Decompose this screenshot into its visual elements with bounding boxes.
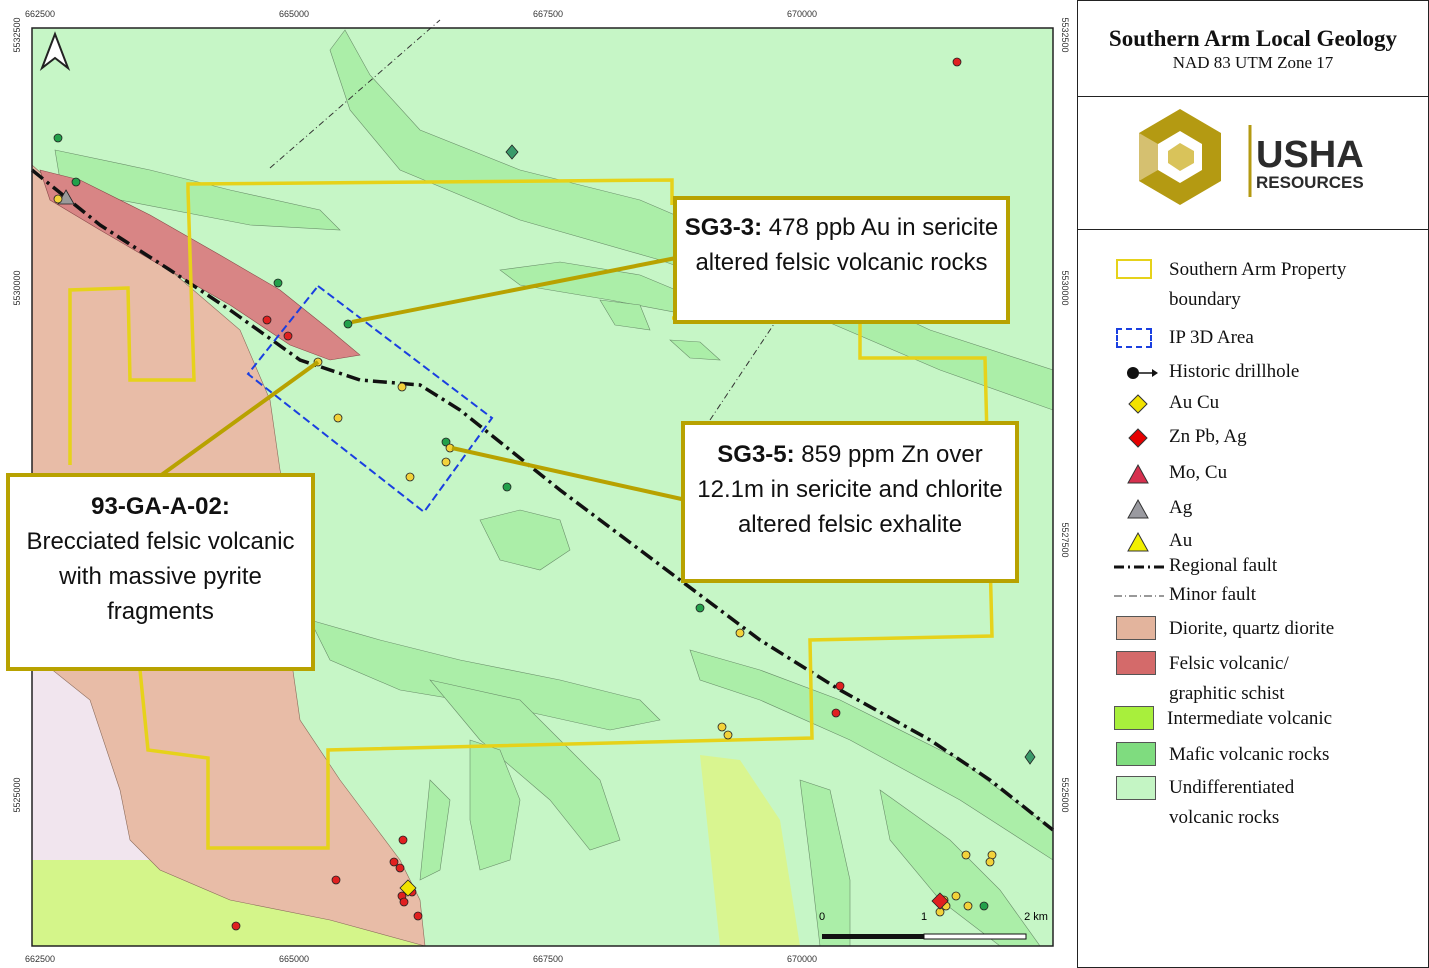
logo-usha: USHA: [1256, 134, 1364, 176]
legend-label-ag: Ag: [1169, 497, 1193, 518]
minor-fault-icon: [1114, 595, 1164, 597]
scale-label-2: 2 km: [1024, 911, 1048, 923]
legend-label-diorite: Diorite, quartz diorite: [1169, 618, 1335, 639]
usha-logo-icon: USHA RESOURCES: [1139, 109, 1364, 205]
map-title: Southern Arm Local Geology: [1108, 26, 1398, 51]
legend-label-au-cu: Au Cu: [1169, 392, 1220, 413]
legend-label-regional-fault: Regional fault: [1169, 555, 1278, 576]
callout-sg3-3-id: SG3-3:: [684, 214, 763, 241]
callout-93-ga-a-02-id: 93-GA-A-02:: [91, 493, 230, 520]
y-tick-right-4: 5525000: [1060, 777, 1070, 812]
logo-block: USHA RESOURCES: [1078, 97, 1428, 230]
x-tick-bottom-3: 667500: [533, 954, 563, 964]
legend-label-undifferentiated: Undifferentiated volcanic rocks: [1169, 777, 1295, 828]
scale-label-0: 0: [819, 911, 825, 923]
legend-label-intermediate: Intermediate volcanic: [1167, 708, 1333, 729]
mafic-swatch: [1116, 742, 1156, 766]
legend-item-mafic: Mafic volcanic rocks: [1078, 740, 1428, 770]
legend-item-regional-fault: Regional fault: [1078, 551, 1428, 581]
callout-sg3-5: SG3-5: 859 ppm Zn over 12.1m in sericite…: [681, 421, 1019, 583]
intermediate-swatch: [1114, 706, 1154, 730]
map-subtitle: NAD 83 UTM Zone 17: [1172, 53, 1334, 72]
drillhole-icon: [1127, 367, 1158, 379]
diorite-swatch: [1116, 616, 1156, 640]
legend-item-minor-fault: Minor fault: [1078, 580, 1428, 610]
regional-fault-icon: [1114, 565, 1164, 569]
legend-label-boundary: Southern Arm Property boundary: [1169, 259, 1347, 310]
x-tick-top-2: 665000: [279, 9, 309, 19]
ag-triangle-icon: [1127, 498, 1149, 519]
legend-label-ip: IP 3D Area: [1169, 327, 1254, 348]
legend-item-felsic: Felsic volcanic/ graphitic schist: [1078, 649, 1428, 709]
y-tick-left-2: 5530000: [12, 270, 22, 305]
callout-93-ga-a-02-text: Brecciated felsic volcanic with massive …: [26, 528, 295, 625]
callout-93-ga-a-02: 93-GA-A-02: Brecciated felsic volcanic wi…: [6, 473, 315, 671]
legend-item-diorite: Diorite, quartz diorite: [1078, 614, 1428, 644]
legend-label-mo-cu: Mo, Cu: [1169, 462, 1228, 483]
x-tick-top-3: 667500: [533, 9, 563, 19]
y-tick-left-4: 5525000: [12, 777, 22, 812]
legend-label-drillhole: Historic drillhole: [1169, 361, 1300, 382]
undifferentiated-swatch: [1116, 776, 1156, 800]
mo-cu-triangle-icon: [1127, 463, 1149, 484]
legend-item-zn-pb-ag: Zn Pb, Ag: [1078, 422, 1428, 452]
legend-item-au-cu: Au Cu: [1078, 388, 1428, 418]
x-tick-bottom-4: 670000: [787, 954, 817, 964]
scale-label-1: 1: [921, 911, 927, 923]
legend-panel: Southern Arm Local Geology NAD 83 UTM Zo…: [1077, 0, 1429, 968]
y-tick-right-3: 5527500: [1060, 522, 1070, 557]
title-block: Southern Arm Local Geology NAD 83 UTM Zo…: [1078, 1, 1428, 97]
zn-pb-ag-diamond-icon: [1128, 428, 1148, 448]
legend-label-felsic: Felsic volcanic/ graphitic schist: [1169, 653, 1289, 704]
x-tick-top-1: 662500: [25, 9, 55, 19]
callout-sg3-3: SG3-3: 478 ppb Au in sericite altered fe…: [673, 196, 1010, 324]
y-tick-right-1: 5532500: [1060, 17, 1070, 52]
y-tick-left-1: 5532500: [12, 17, 22, 52]
y-tick-right-2: 5530000: [1060, 270, 1070, 305]
au-triangle-icon: [1127, 531, 1149, 552]
callout-sg3-5-id: SG3-5:: [717, 441, 795, 468]
legend-label-mafic: Mafic volcanic rocks: [1169, 744, 1330, 765]
x-tick-top-4: 670000: [787, 9, 817, 19]
legend-item-mo-cu: Mo, Cu: [1078, 458, 1428, 488]
legend-item-intermediate: Intermediate volcanic: [1078, 704, 1428, 734]
boundary-swatch: [1116, 259, 1152, 279]
legend-item-ip: IP 3D Area: [1078, 323, 1428, 353]
legend-label-zn-pb-ag: Zn Pb, Ag: [1169, 426, 1247, 447]
x-tick-bottom-2: 665000: [279, 954, 309, 964]
felsic-swatch: [1116, 651, 1156, 675]
legend-item-undifferentiated: Undifferentiated volcanic rocks: [1078, 773, 1428, 833]
legend-item-drillhole: Historic drillhole: [1078, 357, 1428, 387]
legend-label-minor-fault: Minor fault: [1169, 584, 1257, 605]
ip-swatch: [1116, 328, 1152, 348]
legend-item-boundary: Southern Arm Property boundary: [1078, 255, 1428, 315]
au-cu-diamond-icon: [1128, 394, 1148, 414]
legend-item-ag: Ag: [1078, 493, 1428, 523]
x-tick-bottom-1: 662500: [25, 954, 55, 964]
logo-resources: RESOURCES: [1256, 173, 1364, 192]
